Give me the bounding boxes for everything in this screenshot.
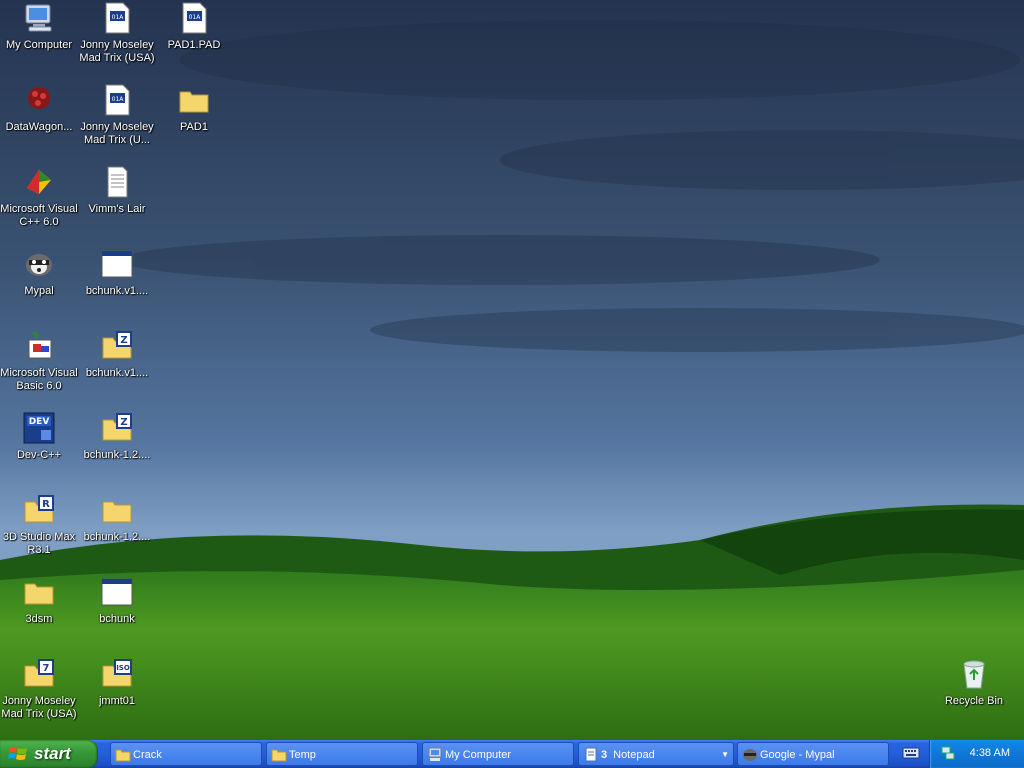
desktop-icon-label: Recycle Bin [944, 695, 1004, 707]
taskbar-button-my-computer[interactable]: My Computer [422, 742, 574, 766]
desktop-icon-mypal[interactable]: Mypal [0, 248, 78, 326]
dev-cpp-icon: DEV [23, 412, 55, 444]
taskbar-button-label: Crack [133, 749, 162, 761]
start-label: start [34, 744, 71, 763]
mypal-icon [26, 254, 52, 276]
svg-text:DEV: DEV [29, 417, 50, 427]
desktop-icon-bchunk-1-2-folder[interactable]: bchunk-1.2.... [78, 494, 156, 572]
desktop-icon-my-computer[interactable]: My Computer [0, 2, 78, 80]
desktop-icon-label: bchunk.v1.... [85, 367, 149, 379]
desktop-icon-bchunk[interactable]: bchunk [78, 576, 156, 654]
group-count: 3 [601, 749, 608, 761]
recycle-bin-icon [963, 660, 985, 689]
desktop-icon-jonny-moseley-2[interactable]: 01A Jonny Moseley Mad Trix (U... [78, 84, 156, 162]
taskbar-button-notepad-group[interactable]: 3 Notepad ▼ [578, 742, 734, 766]
desktop-icon-datawagon[interactable]: DataWagon... [0, 84, 78, 162]
application-window-icon [101, 578, 133, 606]
desktop-icon-3d-studio-max[interactable]: R 3D Studio Max R3.1 [0, 494, 78, 572]
svg-text:R: R [42, 499, 50, 510]
disc-file-icon: 01A [105, 84, 130, 116]
desktop-icon-label: bchunk.v1.... [85, 285, 149, 297]
desktop-icon-label: bchunk-1.2.... [83, 531, 151, 543]
desktop-icon-label: My Computer [5, 39, 73, 51]
taskbar-button-label: Temp [289, 749, 316, 761]
svg-text:01A: 01A [112, 96, 125, 103]
desktop-icon-pad1-pad[interactable]: 01A PAD1.PAD [155, 2, 233, 80]
visual-cpp-icon [27, 170, 51, 194]
datawagon-icon [28, 87, 50, 109]
disc-file-icon: 01A [182, 2, 207, 34]
folder-zip-icon: Z [102, 331, 132, 359]
visual-basic-icon [28, 332, 52, 359]
computer-icon [25, 4, 52, 32]
taskbar-button-crack[interactable]: Crack [110, 742, 262, 766]
svg-text:Z: Z [120, 335, 127, 346]
desktop-icon-label: 3dsm [25, 613, 53, 625]
desktop-icon-label: bchunk [99, 613, 135, 625]
taskbar-button-google-mypal[interactable]: Google - Mypal [737, 742, 889, 766]
desktop-icon-recycle-bin[interactable]: Recycle Bin [935, 658, 1013, 736]
desktop-icon-bchunk-v1-zip[interactable]: Z bchunk.v1.... [78, 330, 156, 408]
taskbar-button-label: Google - Mypal [760, 749, 835, 761]
desktop-icon-dev-cpp[interactable]: DEV Dev-C++ [0, 412, 78, 490]
text-document-icon [107, 166, 128, 198]
taskbar-button-label: My Computer [445, 749, 512, 761]
desktop-icon-visual-cpp[interactable]: Microsoft Visual C++ 6.0 [0, 166, 78, 244]
desktop-icon-label: PAD1 [180, 121, 208, 133]
desktop-icon-label: Jonny Moseley Mad Trix (U... [80, 121, 154, 146]
svg-text:ISO: ISO [116, 664, 130, 672]
desktop-icon-label: Microsoft Visual Basic 6.0 [0, 367, 78, 392]
folder-icon [179, 91, 209, 113]
keyboard-icon[interactable] [902, 746, 920, 760]
svg-text:7: 7 [43, 663, 50, 674]
dropdown-arrow-icon: ▼ [721, 750, 729, 759]
disc-file-icon: 01A [105, 2, 130, 34]
folder-icon [102, 501, 132, 523]
network-tray-icon[interactable] [940, 745, 956, 761]
desktop-icon-label: Mypal [24, 285, 54, 297]
desktop-icon-pad1-folder[interactable]: PAD1 [155, 84, 233, 162]
svg-text:01A: 01A [189, 14, 202, 21]
desktop-icon-label: Dev-C++ [16, 449, 62, 461]
computer-icon [428, 747, 442, 761]
folder-archive-icon: 7 [24, 659, 54, 687]
desktop-icon-3dsm[interactable]: 3dsm [0, 576, 78, 654]
system-tray: 4:38 AM [929, 740, 1024, 768]
desktop-icon-vimms-lair[interactable]: Vimm's Lair [78, 166, 156, 244]
desktop-icon-jonny-moseley-1[interactable]: 01A Jonny Moseley Mad Trix (USA) [78, 2, 156, 80]
desktop-icon-label: Microsoft Visual C++ 6.0 [0, 203, 78, 228]
desktop-icon-bchunk-1-2-zip[interactable]: Z bchunk-1.2.... [78, 412, 156, 490]
folder-icon [271, 749, 287, 762]
application-window-icon [101, 250, 133, 278]
desktop-icon-jonny-moseley-7z[interactable]: 7 Jonny Moseley Mad Trix (USA) [0, 658, 78, 736]
folder-icon [115, 749, 131, 762]
desktop-icon-label: PAD1.PAD [167, 39, 221, 51]
start-button[interactable]: start [0, 740, 98, 768]
desktop-icon-label: Jonny Moseley Mad Trix (USA) [79, 39, 155, 64]
notepad-icon [585, 747, 597, 762]
desktop-icon-visual-basic[interactable]: Microsoft Visual Basic 6.0 [0, 330, 78, 408]
desktop-icon-label: bchunk-1.2.... [83, 449, 151, 461]
svg-text:Z: Z [120, 417, 127, 428]
taskbar: start Crack Temp My Computer 3 Notepad ▼ … [0, 740, 1024, 768]
folder-iso-icon: ISO [102, 659, 132, 687]
mypal-icon [743, 749, 757, 761]
taskbar-button-temp[interactable]: Temp [266, 742, 418, 766]
desktop-icon-jmmt01[interactable]: ISO jmmt01 [78, 658, 156, 736]
windows-flag-icon [8, 747, 27, 760]
clock[interactable]: 4:38 AM [970, 747, 1010, 759]
svg-text:01A: 01A [112, 14, 125, 21]
desktop-icon-label: Jonny Moseley Mad Trix (USA) [1, 695, 77, 720]
desktop-icon-label: Vimm's Lair [88, 203, 146, 215]
desktop-icon-label: DataWagon... [5, 121, 73, 133]
folder-icon [24, 583, 54, 605]
taskbar-button-label: Notepad [613, 749, 655, 761]
desktop-icon-label: jmmt01 [98, 695, 136, 707]
folder-zip-icon: Z [102, 413, 132, 441]
folder-archive-icon: R [24, 495, 54, 523]
desktop-icon-bchunk-v1-exe[interactable]: bchunk.v1.... [78, 248, 156, 326]
desktop-icon-label: 3D Studio Max R3.1 [2, 531, 76, 556]
